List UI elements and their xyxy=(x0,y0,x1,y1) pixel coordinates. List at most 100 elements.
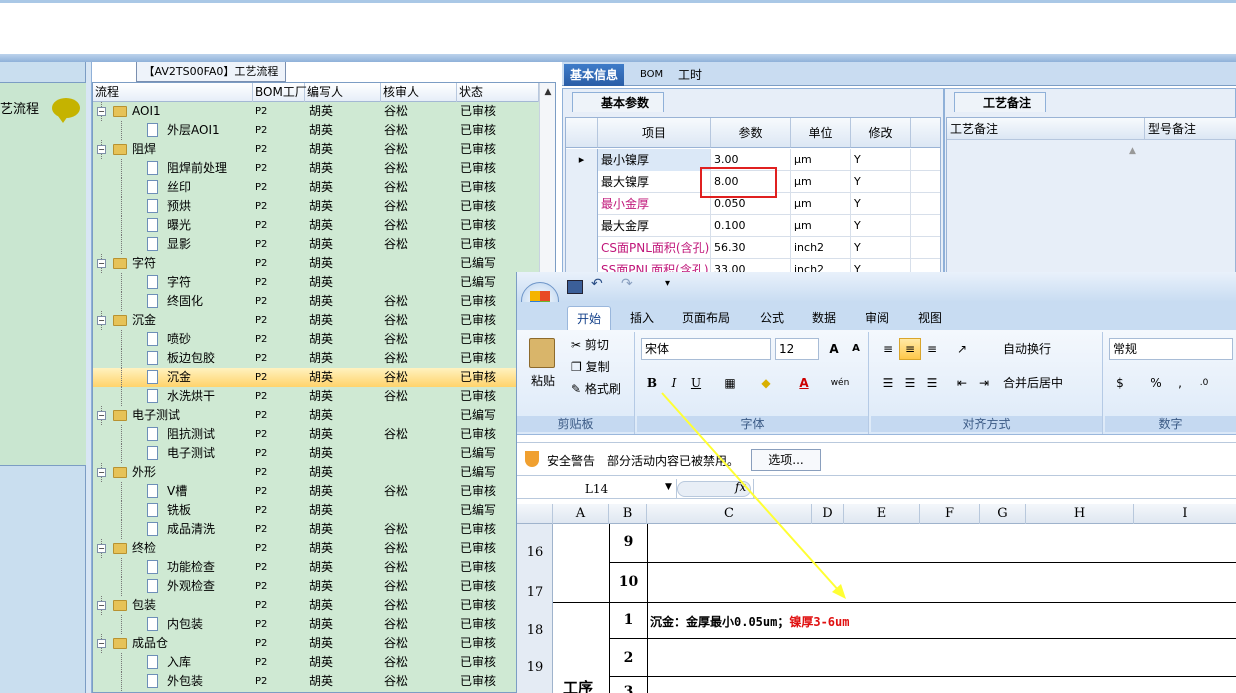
qat-more-icon[interactable]: ▾ xyxy=(665,278,670,289)
ribbon-tab-layout[interactable]: 页面布局 xyxy=(673,306,739,330)
col-header-f[interactable]: F xyxy=(920,504,980,524)
ribbon-tab-data[interactable]: 数据 xyxy=(803,306,845,330)
cell-b17[interactable]: 10 xyxy=(610,574,647,590)
grid-col-param[interactable]: 参数 xyxy=(711,118,791,148)
row-selector[interactable] xyxy=(566,171,598,193)
copy-button[interactable]: ❐ 复制 xyxy=(571,358,610,376)
collapse-icon[interactable]: − xyxy=(97,468,106,477)
wrap-text-button[interactable]: 自动换行 xyxy=(1003,340,1051,358)
tree-row[interactable]: 功能检查 P2 胡英 谷松 已审核 xyxy=(93,558,539,577)
tree-row[interactable]: 外层AOI1 P2 胡英 谷松 已审核 xyxy=(93,121,539,140)
security-options-button[interactable]: 选项... xyxy=(751,449,821,471)
phonetic-icon[interactable]: wén xyxy=(829,372,851,394)
comment-bubble-icon[interactable] xyxy=(52,98,80,123)
ribbon-tab-home[interactable]: 开始 xyxy=(567,306,612,330)
collapse-icon[interactable]: − xyxy=(97,316,106,325)
tree-row[interactable]: − 电子测试 P2 胡英 已编写 xyxy=(93,406,539,425)
cell-b18[interactable]: 1 xyxy=(610,612,647,628)
redo-icon[interactable]: ↷ xyxy=(621,276,633,292)
tree-row[interactable]: 铣板 P2 胡英 已编写 xyxy=(93,501,539,520)
tree-row[interactable]: 入库 P2 胡英 谷松 已审核 xyxy=(93,653,539,672)
bold-icon[interactable]: B xyxy=(641,372,663,394)
name-box-dropdown-icon[interactable]: ▼ xyxy=(665,482,672,492)
col-header-d[interactable]: D xyxy=(812,504,844,524)
grid-col-mod[interactable]: 修改 xyxy=(851,118,911,148)
row-header-18[interactable]: 18 xyxy=(517,623,553,638)
col-header-i[interactable]: I xyxy=(1134,504,1236,524)
row-selector[interactable] xyxy=(566,215,598,237)
param-row[interactable]: SS面PNL面积(含孔) 33.00 inch2 Y xyxy=(566,259,940,272)
collapse-icon[interactable]: − xyxy=(97,107,106,116)
tree-row[interactable]: 外观检查 P2 胡英 谷松 已审核 xyxy=(93,577,539,596)
select-all-corner[interactable] xyxy=(517,504,553,524)
increase-indent-icon[interactable]: ⇥ xyxy=(973,372,995,394)
col-header-c[interactable]: C xyxy=(647,504,812,524)
tree-row[interactable]: 喷砂 P2 胡英 谷松 已审核 xyxy=(93,330,539,349)
tree-row[interactable]: − 外形 P2 胡英 已编写 xyxy=(93,463,539,482)
cell-b20[interactable]: 3 xyxy=(610,684,647,693)
tab-basic-params[interactable]: 基本参数 xyxy=(572,92,664,112)
formula-input[interactable] xyxy=(753,479,1236,499)
col-reviewer[interactable]: 核审人 xyxy=(381,83,457,102)
tree-row[interactable]: 阻焊前处理 P2 胡英 谷松 已审核 xyxy=(93,159,539,178)
format-painter-button[interactable]: ✎ 格式刷 xyxy=(571,380,621,398)
align-middle-icon[interactable]: ≡ xyxy=(899,338,921,360)
tree-row[interactable]: 预烘 P2 胡英 谷松 已审核 xyxy=(93,197,539,216)
tree-row[interactable]: 终固化 P2 胡英 谷松 已审核 xyxy=(93,292,539,311)
ribbon-tab-view[interactable]: 视图 xyxy=(909,306,951,330)
shrink-font-icon[interactable]: A xyxy=(845,338,867,360)
font-color-icon[interactable]: A xyxy=(793,372,815,394)
italic-icon[interactable]: I xyxy=(663,372,685,394)
row-header-17[interactable]: 17 xyxy=(517,585,553,600)
cut-button[interactable]: ✂ 剪切 xyxy=(571,336,609,354)
col-header-h[interactable]: H xyxy=(1026,504,1134,524)
tab-bom[interactable]: BOM xyxy=(634,64,669,86)
collapse-icon[interactable]: − xyxy=(97,639,106,648)
paste-icon[interactable] xyxy=(529,338,555,368)
row-header-19[interactable]: 19 xyxy=(517,660,553,675)
col-process[interactable]: 流程 xyxy=(93,83,253,102)
notes-col-process[interactable]: 工艺备注 xyxy=(947,118,1145,140)
col-header-b[interactable]: B xyxy=(609,504,647,524)
col-header-g[interactable]: G xyxy=(980,504,1026,524)
ribbon-tab-insert[interactable]: 插入 xyxy=(621,306,663,330)
scroll-up-icon[interactable]: ▲ xyxy=(540,87,555,97)
tab-hours[interactable]: 工时 xyxy=(672,64,708,86)
align-bottom-icon[interactable]: ≡ xyxy=(921,338,943,360)
process-nav-label[interactable]: 艺流程 xyxy=(0,98,39,117)
tree-row[interactable]: − 成品仓 P2 胡英 谷松 已审核 xyxy=(93,634,539,653)
notes-col-model[interactable]: 型号备注 xyxy=(1145,118,1236,140)
tree-row[interactable]: 字符 P2 胡英 已编写 xyxy=(93,273,539,292)
process-tree-grid[interactable]: 流程 BOM工厂 编写人 核审人 状态 − AOI1 P2 胡英 谷松 已审核 外层AOI1… xyxy=(92,82,556,693)
collapse-icon[interactable]: − xyxy=(97,411,106,420)
grow-font-icon[interactable]: A xyxy=(823,338,845,360)
save-icon[interactable] xyxy=(567,280,583,294)
row-selector[interactable] xyxy=(566,259,598,272)
tab-basic-info[interactable]: 基本信息 xyxy=(564,64,625,86)
border-icon[interactable]: ▦ xyxy=(719,372,741,394)
tree-row[interactable]: 显影 P2 胡英 谷松 已审核 xyxy=(93,235,539,254)
tree-row[interactable]: 外包装 P2 胡英 谷松 已审核 xyxy=(93,672,539,691)
col-header-a[interactable]: A xyxy=(553,504,609,524)
font-size-select[interactable]: 12 xyxy=(775,338,819,360)
align-right-icon[interactable]: ☰ xyxy=(921,372,943,394)
tree-row[interactable]: − 终检 P2 胡英 谷松 已审核 xyxy=(93,539,539,558)
undo-icon[interactable]: ↶ xyxy=(591,276,603,292)
tree-row[interactable]: 水洗烘干 P2 胡英 谷松 已审核 xyxy=(93,387,539,406)
col-header-e[interactable]: E xyxy=(844,504,920,524)
number-format-select[interactable]: 常规 xyxy=(1109,338,1233,360)
orientation-icon[interactable]: ↗ xyxy=(951,338,973,360)
grid-col-item[interactable]: 项目 xyxy=(598,118,711,148)
notes-scroll-icon[interactable]: ▲ xyxy=(1129,146,1136,156)
collapse-icon[interactable]: − xyxy=(97,544,106,553)
param-row[interactable]: CS面PNL面积(含孔) 56.30 inch2 Y xyxy=(566,237,940,259)
ribbon-tab-review[interactable]: 审阅 xyxy=(856,306,898,330)
comma-icon[interactable]: , xyxy=(1169,372,1191,394)
increase-decimal-icon[interactable]: .0 xyxy=(1193,372,1215,394)
decrease-indent-icon[interactable]: ⇤ xyxy=(951,372,973,394)
param-value[interactable]: 0.100 xyxy=(711,215,791,237)
fx-icon[interactable]: fx xyxy=(735,480,746,494)
tree-row[interactable]: 内包装 P2 胡英 谷松 已审核 xyxy=(93,615,539,634)
tree-row[interactable]: V槽 P2 胡英 谷松 已审核 xyxy=(93,482,539,501)
tree-row[interactable]: 沉金 P2 胡英 谷松 已审核 xyxy=(93,368,539,387)
